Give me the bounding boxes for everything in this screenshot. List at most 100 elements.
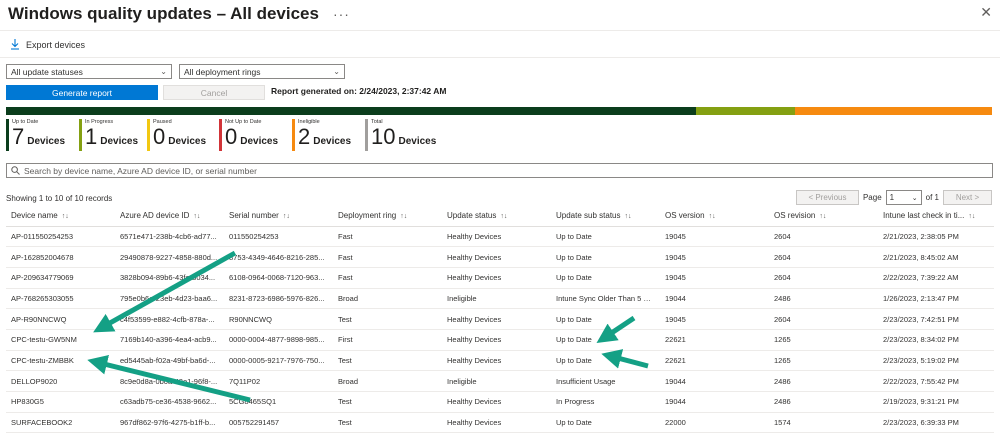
page-select[interactable]: 1 ⌄ bbox=[885, 190, 922, 205]
status-tile-total[interactable]: Total 10 Devices bbox=[365, 119, 436, 151]
table-cell: 2486 bbox=[769, 288, 878, 310]
table-cell: 2/19/2023, 9:31:21 PM bbox=[878, 391, 994, 413]
export-devices-button[interactable]: Export devices bbox=[10, 39, 85, 50]
table-row[interactable]: HP830G5 c63adb75-ce36-4538-9662... 5CG8465… bbox=[6, 391, 994, 413]
table-row[interactable]: CPC-testu-GW5NM 7169b140-a396-4ea4-acb9..… bbox=[6, 329, 994, 351]
table-cell: 795e0b6a-23eb-4d23-baa6... bbox=[115, 288, 224, 310]
table-cell: c63adb75-ce36-4538-9662... bbox=[115, 391, 224, 413]
table-cell: Ineligible bbox=[442, 370, 551, 392]
status-tile-paused[interactable]: Paused 0 Devices bbox=[147, 119, 219, 151]
sort-icon[interactable]: ↑↓ bbox=[193, 213, 200, 220]
generate-report-button[interactable]: Generate report bbox=[6, 85, 158, 100]
column-header[interactable]: Azure AD device ID ↑↓ bbox=[115, 206, 224, 227]
table-cell: R90NNCWQ bbox=[224, 308, 333, 330]
deployment-ring-dropdown[interactable]: All deployment rings ⌄ bbox=[179, 64, 345, 79]
column-header[interactable]: Intune last check in ti... ↑↓ bbox=[878, 206, 994, 227]
column-header[interactable]: Update status ↑↓ bbox=[442, 206, 551, 227]
table-cell: Up to Date bbox=[551, 350, 660, 372]
table-row[interactable]: AP-011550254253 6571e471-238b-4cb6-ad77..… bbox=[6, 226, 994, 248]
sort-icon[interactable]: ↑↓ bbox=[500, 213, 507, 220]
next-page-button[interactable]: Next > bbox=[943, 190, 992, 205]
sort-icon[interactable]: ↑↓ bbox=[283, 213, 290, 220]
chevron-down-icon: ⌄ bbox=[911, 194, 918, 202]
cancel-button[interactable]: Cancel bbox=[163, 85, 265, 100]
column-header-label: OS version bbox=[665, 211, 705, 221]
more-options-icon[interactable]: ··· bbox=[333, 6, 350, 22]
table-cell: Intune Sync Older Than 5 D... bbox=[551, 288, 660, 310]
search-input[interactable] bbox=[24, 165, 924, 176]
table-cell: 2604 bbox=[769, 308, 878, 330]
update-status-dropdown[interactable]: All update statuses ⌄ bbox=[6, 64, 172, 79]
table-row[interactable]: AP-209634779069 3828b094-89b6-43fe-b034..… bbox=[6, 267, 994, 289]
sort-icon[interactable]: ↑↓ bbox=[968, 213, 975, 220]
status-bar-segment-in-progress bbox=[696, 107, 795, 115]
table-row[interactable]: AP-R90NNCWQ c4f53599-e882-4cfb-878a-... R9… bbox=[6, 308, 994, 330]
status-tile-ineligible[interactable]: Ineligible 2 Devices bbox=[292, 119, 365, 151]
column-header[interactable]: Serial number ↑↓ bbox=[224, 206, 333, 227]
table-row[interactable]: AP-768265303055 795e0b6a-23eb-4d23-baa6..… bbox=[6, 288, 994, 310]
table-cell: 22621 bbox=[660, 350, 769, 372]
table-cell: 7169b140-a396-4ea4-acb9... bbox=[115, 329, 224, 351]
column-header[interactable]: Update sub status ↑↓ bbox=[551, 206, 660, 227]
table-row[interactable]: DELLOP9020 8c9e0d8a-0b0a-42e1-96f8-... 7Q1… bbox=[6, 370, 994, 392]
column-header-label: Serial number bbox=[229, 211, 279, 221]
table-row[interactable]: CPC-testu-ZMBBK ed5445ab-f02a-49bf-ba6d-.… bbox=[6, 350, 994, 372]
tile-color-stripe bbox=[365, 119, 368, 151]
table-cell: 2486 bbox=[769, 370, 878, 392]
table-cell: 3828b094-89b6-43fe-b034... bbox=[115, 267, 224, 289]
sort-icon[interactable]: ↑↓ bbox=[400, 213, 407, 220]
table-cell: Up to Date bbox=[551, 308, 660, 330]
table-cell: Up to Date bbox=[551, 226, 660, 248]
table-cell: 967df862-97f6-4275-b1ff-b... bbox=[115, 412, 224, 434]
table-row[interactable]: AP-162852004678 29490878-9227-4858-880d..… bbox=[6, 246, 994, 268]
table-cell: Fast bbox=[333, 226, 442, 248]
status-tile-in-progress[interactable]: In Progress 1 Devices bbox=[79, 119, 147, 151]
table-cell: 2604 bbox=[769, 226, 878, 248]
status-distribution-bar bbox=[6, 107, 992, 115]
table-cell: 2/23/2023, 5:19:02 PM bbox=[878, 350, 994, 372]
table-cell: 19044 bbox=[660, 370, 769, 392]
column-header-label: Device name bbox=[11, 211, 58, 221]
table-cell: Broad bbox=[333, 288, 442, 310]
tile-value: 7 Devices bbox=[12, 126, 79, 148]
table-cell: CPC-testu-ZMBBK bbox=[6, 350, 115, 372]
table-cell: Healthy Devices bbox=[442, 308, 551, 330]
column-header-label: Azure AD device ID bbox=[120, 211, 190, 221]
tile-value: 0 Devices bbox=[153, 126, 219, 148]
table-row[interactable]: SURFACEBOOK2 967df862-97f6-4275-b1ff-b...… bbox=[6, 412, 994, 434]
column-header[interactable]: Device name ↑↓ bbox=[6, 206, 115, 227]
sort-icon[interactable]: ↑↓ bbox=[62, 213, 69, 220]
download-icon bbox=[10, 39, 20, 50]
status-tile-not-up-to-date[interactable]: Not Up to Date 0 Devices bbox=[219, 119, 292, 151]
table-cell: AP-R90NNCWQ bbox=[6, 308, 115, 330]
divider bbox=[0, 57, 1000, 58]
column-header[interactable]: OS revision ↑↓ bbox=[769, 206, 878, 227]
status-tile-up-to-date[interactable]: Up to Date 7 Devices bbox=[6, 119, 79, 151]
table-cell: HP830G5 bbox=[6, 391, 115, 413]
table-cell: 8231-8723-6986-5976-826... bbox=[224, 288, 333, 310]
table-cell: Up to Date bbox=[551, 246, 660, 268]
previous-page-button[interactable]: < Previous bbox=[795, 190, 859, 205]
sort-icon[interactable]: ↑↓ bbox=[709, 213, 716, 220]
close-icon[interactable]: ✕ bbox=[980, 4, 992, 21]
tile-unit: Devices bbox=[168, 136, 207, 147]
tile-unit: Devices bbox=[100, 136, 139, 147]
tile-value: 2 Devices bbox=[298, 126, 365, 148]
table-cell: DELLOP9020 bbox=[6, 370, 115, 392]
column-header[interactable]: Deployment ring ↑↓ bbox=[333, 206, 442, 227]
table-cell: 005752291457 bbox=[224, 412, 333, 434]
table-cell: 19044 bbox=[660, 391, 769, 413]
table-cell: Test bbox=[333, 391, 442, 413]
table-cell: 2486 bbox=[769, 391, 878, 413]
tile-color-stripe bbox=[292, 119, 295, 151]
sort-icon[interactable]: ↑↓ bbox=[624, 213, 631, 220]
sort-icon[interactable]: ↑↓ bbox=[819, 213, 826, 220]
tile-value: 10 Devices bbox=[371, 126, 436, 148]
column-header[interactable]: OS version ↑↓ bbox=[660, 206, 769, 227]
table-cell: Up to Date bbox=[551, 267, 660, 289]
table-cell: 19045 bbox=[660, 267, 769, 289]
search-box[interactable] bbox=[6, 163, 993, 178]
tile-color-stripe bbox=[219, 119, 222, 151]
table-cell: 1574 bbox=[769, 412, 878, 434]
tile-count: 0 bbox=[153, 124, 166, 149]
